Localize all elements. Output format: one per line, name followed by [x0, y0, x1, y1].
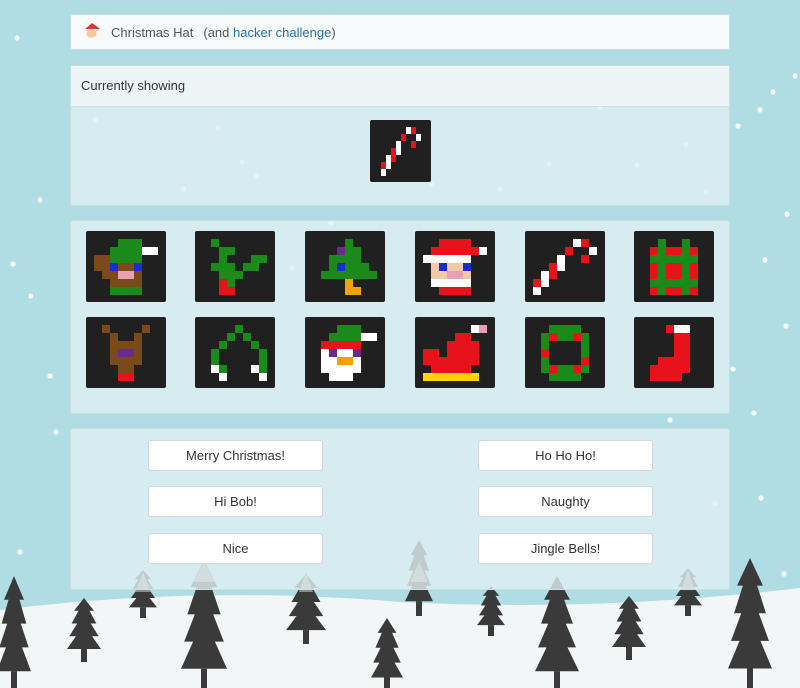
paren-open-text: (and [203, 24, 230, 40]
app-title: Christmas Hat [111, 24, 194, 40]
gallery-stocking-icon[interactable] [634, 317, 714, 388]
currently-showing-heading: Currently showing [71, 66, 729, 107]
message-button-naughty[interactable]: Naughty [478, 486, 653, 517]
current-candy-cane-icon [370, 120, 431, 182]
gallery-reindeer-icon[interactable] [86, 317, 166, 388]
icon-gallery [70, 220, 730, 414]
gallery-elf-icon[interactable] [86, 231, 166, 302]
gallery-snowman-icon[interactable] [305, 317, 385, 388]
gallery-wreath-icon[interactable] [525, 317, 605, 388]
gallery-santa-icon[interactable] [415, 231, 495, 302]
gallery-sleigh-icon[interactable] [415, 317, 495, 388]
message-button-hi-bob[interactable]: Hi Bob! [148, 486, 323, 517]
message-button-ho-ho-ho[interactable]: Ho Ho Ho! [478, 440, 653, 471]
hacker-challenge-link[interactable]: hacker challenge [233, 25, 331, 40]
message-button-jingle-bells[interactable]: Jingle Bells! [478, 533, 653, 564]
gallery-christmas-tree-icon[interactable] [305, 231, 385, 302]
santa-face-icon [84, 23, 103, 40]
gallery-present-icon[interactable] [634, 231, 714, 302]
message-button-nice[interactable]: Nice [148, 533, 323, 564]
header-bar: Christmas Hat (and hacker challenge) [70, 14, 730, 50]
message-buttons-panel: Merry Christmas! Ho Ho Ho! Hi Bob! Naugh… [70, 428, 730, 590]
paren-close-text: ) [331, 24, 336, 40]
currently-showing-panel: Currently showing [70, 65, 730, 206]
gallery-mistletoe-icon[interactable] [195, 317, 275, 388]
gallery-holly-icon[interactable] [195, 231, 275, 302]
gallery-candy-cane-icon[interactable] [525, 231, 605, 302]
message-button-merry-christmas[interactable]: Merry Christmas! [148, 440, 323, 471]
